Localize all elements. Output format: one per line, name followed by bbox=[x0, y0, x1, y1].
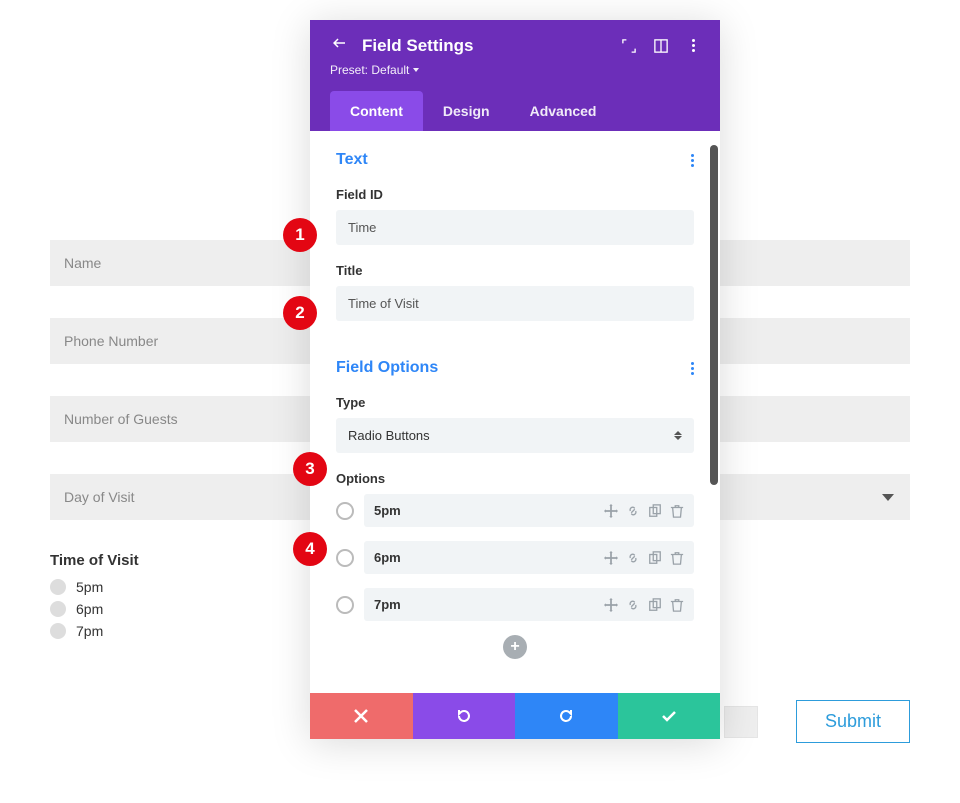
link-icon[interactable] bbox=[626, 551, 640, 565]
annotation-badge-1: 1 bbox=[283, 218, 317, 252]
section-text: Text Field ID Title bbox=[336, 131, 694, 339]
type-select[interactable]: Radio Buttons bbox=[336, 418, 694, 453]
radio-icon bbox=[50, 623, 66, 639]
annotation-badge-4: 4 bbox=[293, 532, 327, 566]
type-label: Type bbox=[336, 395, 694, 410]
annotation-badge-3: 3 bbox=[293, 452, 327, 486]
tab-content[interactable]: Content bbox=[330, 91, 423, 131]
option-row: 6pm bbox=[336, 541, 694, 574]
radio-icon bbox=[50, 601, 66, 617]
panel-body: Text Field ID Title Field Options Type R… bbox=[310, 131, 720, 693]
radio-icon bbox=[50, 579, 66, 595]
move-icon[interactable] bbox=[604, 551, 618, 565]
panel-layout-icon[interactable] bbox=[654, 39, 668, 53]
option-row: 7pm bbox=[336, 588, 694, 621]
move-icon[interactable] bbox=[604, 598, 618, 612]
scrollbar[interactable] bbox=[710, 145, 718, 485]
copy-icon[interactable] bbox=[648, 598, 662, 612]
option-input[interactable]: 6pm bbox=[364, 541, 694, 574]
options-label: Options bbox=[336, 471, 694, 486]
field-id-label: Field ID bbox=[336, 187, 694, 202]
move-icon[interactable] bbox=[604, 504, 618, 518]
expand-icon[interactable] bbox=[622, 39, 636, 53]
save-button[interactable] bbox=[618, 693, 721, 739]
type-value: Radio Buttons bbox=[348, 428, 430, 443]
trash-icon[interactable] bbox=[670, 598, 684, 612]
section-heading-field-options: Field Options bbox=[336, 359, 438, 377]
title-input[interactable] bbox=[336, 286, 694, 321]
section-menu-icon[interactable] bbox=[691, 362, 694, 375]
option-row: 5pm bbox=[336, 494, 694, 527]
submit-button[interactable]: Submit bbox=[796, 700, 910, 743]
panel-tabs: Content Design Advanced bbox=[330, 91, 700, 131]
select-arrow-icon bbox=[674, 431, 682, 440]
section-menu-icon[interactable] bbox=[691, 154, 694, 167]
undo-button[interactable] bbox=[413, 693, 516, 739]
tab-advanced[interactable]: Advanced bbox=[510, 91, 617, 131]
copy-icon[interactable] bbox=[648, 551, 662, 565]
panel-footer bbox=[310, 693, 720, 739]
field-settings-panel: Field Settings Preset: Default Content D… bbox=[310, 20, 720, 739]
add-option-button[interactable]: + bbox=[503, 635, 527, 659]
annotation-badge-2: 2 bbox=[283, 296, 317, 330]
copy-icon[interactable] bbox=[648, 504, 662, 518]
section-field-options: Field Options Type Radio Buttons Options… bbox=[336, 339, 694, 659]
redo-button[interactable] bbox=[515, 693, 618, 739]
radio-icon[interactable] bbox=[336, 596, 354, 614]
radio-icon[interactable] bbox=[336, 502, 354, 520]
cancel-button[interactable] bbox=[310, 693, 413, 739]
section-heading-text: Text bbox=[336, 151, 368, 169]
title-label: Title bbox=[336, 263, 694, 278]
tab-design[interactable]: Design bbox=[423, 91, 510, 131]
radio-icon[interactable] bbox=[336, 549, 354, 567]
back-icon[interactable] bbox=[330, 34, 348, 57]
trash-icon[interactable] bbox=[670, 551, 684, 565]
link-icon[interactable] bbox=[626, 598, 640, 612]
panel-header: Field Settings Preset: Default Content D… bbox=[310, 20, 720, 131]
option-input[interactable]: 5pm bbox=[364, 494, 694, 527]
trash-icon[interactable] bbox=[670, 504, 684, 518]
preset-dropdown[interactable]: Preset: Default bbox=[330, 63, 700, 77]
field-id-input[interactable] bbox=[336, 210, 694, 245]
link-icon[interactable] bbox=[626, 504, 640, 518]
panel-title: Field Settings bbox=[362, 36, 608, 56]
option-input[interactable]: 7pm bbox=[364, 588, 694, 621]
captcha-input[interactable] bbox=[724, 706, 758, 738]
more-icon[interactable] bbox=[686, 39, 700, 53]
